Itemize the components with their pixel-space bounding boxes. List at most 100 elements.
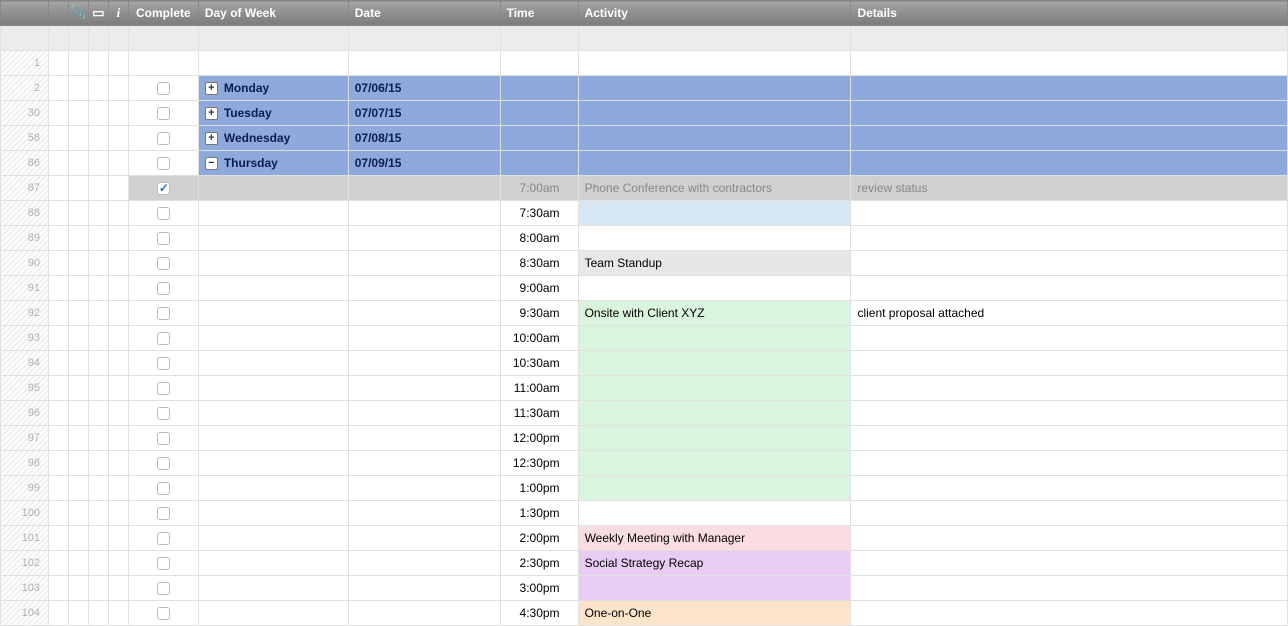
row-attachment[interactable] [68,201,88,226]
cell-complete[interactable] [128,226,198,251]
table-row[interactable]: 86−Thursday07/09/15 [1,151,1288,176]
complete-checkbox[interactable] [157,357,170,370]
complete-checkbox[interactable] [157,582,170,595]
row-expand[interactable] [48,501,68,526]
cell-complete[interactable] [128,601,198,626]
cell-complete[interactable] [128,501,198,526]
cell-date[interactable] [348,176,500,201]
row-discussion[interactable] [88,601,108,626]
header-activity[interactable]: Activity [578,1,851,26]
row-attachment[interactable] [68,601,88,626]
table-row[interactable]: 9410:30am [1,351,1288,376]
row-expand[interactable] [48,176,68,201]
row-info[interactable] [108,76,128,101]
complete-checkbox[interactable] [157,282,170,295]
cell-details[interactable] [851,126,1288,151]
cell-details[interactable] [851,476,1288,501]
row-discussion[interactable] [88,451,108,476]
expand-icon[interactable]: + [205,82,218,95]
row-discussion[interactable] [88,476,108,501]
cell-time[interactable]: 10:30am [500,351,578,376]
row-expand[interactable] [48,76,68,101]
cell-complete[interactable] [128,176,198,201]
header-attachment[interactable]: 📎 [68,1,88,26]
row-expand[interactable] [48,551,68,576]
row-info[interactable] [108,526,128,551]
complete-checkbox[interactable] [157,82,170,95]
collapse-icon[interactable]: − [205,157,218,170]
cell-activity[interactable] [578,576,851,601]
cell-activity[interactable]: Team Standup [578,251,851,276]
complete-checkbox[interactable] [157,157,170,170]
table-row[interactable]: 887:30am [1,201,1288,226]
filter-time[interactable] [500,26,578,51]
cell-details[interactable] [851,101,1288,126]
row-attachment[interactable] [68,101,88,126]
cell-details[interactable] [851,376,1288,401]
cell-activity[interactable] [578,76,851,101]
row-expand[interactable] [48,151,68,176]
cell-day-of-week[interactable] [198,351,348,376]
cell-details[interactable] [851,326,1288,351]
cell-day-of-week[interactable]: +Wednesday [198,126,348,151]
row-info[interactable] [108,551,128,576]
row-discussion[interactable] [88,576,108,601]
row-attachment[interactable] [68,251,88,276]
row-attachment[interactable] [68,151,88,176]
cell-activity[interactable]: Phone Conference with contractors [578,176,851,201]
complete-checkbox[interactable] [157,432,170,445]
cell-day-of-week[interactable] [198,276,348,301]
cell-activity[interactable] [578,126,851,151]
cell-details[interactable] [851,576,1288,601]
cell-details[interactable] [851,426,1288,451]
row-expand[interactable] [48,451,68,476]
row-info[interactable] [108,501,128,526]
cell-time[interactable]: 7:00am [500,176,578,201]
cell-details[interactable] [851,251,1288,276]
row-expand[interactable] [48,426,68,451]
filter-discussion[interactable] [88,26,108,51]
cell-time[interactable]: 8:30am [500,251,578,276]
complete-checkbox[interactable] [157,257,170,270]
cell-details[interactable] [851,501,1288,526]
cell-time[interactable]: 12:00pm [500,426,578,451]
cell-activity[interactable] [578,476,851,501]
cell-complete[interactable] [128,451,198,476]
complete-checkbox[interactable] [157,107,170,120]
cell-date[interactable]: 07/09/15 [348,151,500,176]
cell-time[interactable]: 10:00am [500,326,578,351]
header-details[interactable]: Details [851,1,1288,26]
row-discussion[interactable] [88,201,108,226]
cell-activity[interactable] [578,326,851,351]
complete-checkbox[interactable] [157,332,170,345]
row-info[interactable] [108,301,128,326]
table-row[interactable]: 9611:30am [1,401,1288,426]
header-day-of-week[interactable]: Day of Week [198,1,348,26]
cell-time[interactable]: 2:00pm [500,526,578,551]
cell-date[interactable] [348,426,500,451]
row-expand[interactable] [48,476,68,501]
cell-time[interactable]: 11:30am [500,401,578,426]
cell-details[interactable] [851,51,1288,76]
row-expand[interactable] [48,276,68,301]
cell-date[interactable]: 07/07/15 [348,101,500,126]
cell-date[interactable] [348,476,500,501]
cell-date[interactable] [348,276,500,301]
table-row[interactable]: 1022:30pmSocial Strategy Recap [1,551,1288,576]
row-attachment[interactable] [68,351,88,376]
row-info[interactable] [108,51,128,76]
filter-expand[interactable] [48,26,68,51]
cell-activity[interactable] [578,51,851,76]
row-expand[interactable] [48,126,68,151]
cell-time[interactable] [500,76,578,101]
cell-activity[interactable] [578,201,851,226]
header-info[interactable]: i [108,1,128,26]
cell-details[interactable] [851,451,1288,476]
row-attachment[interactable] [68,501,88,526]
row-expand[interactable] [48,526,68,551]
cell-complete[interactable] [128,151,198,176]
table-row[interactable]: 9511:00am [1,376,1288,401]
row-attachment[interactable] [68,576,88,601]
row-discussion[interactable] [88,501,108,526]
complete-checkbox[interactable] [157,307,170,320]
